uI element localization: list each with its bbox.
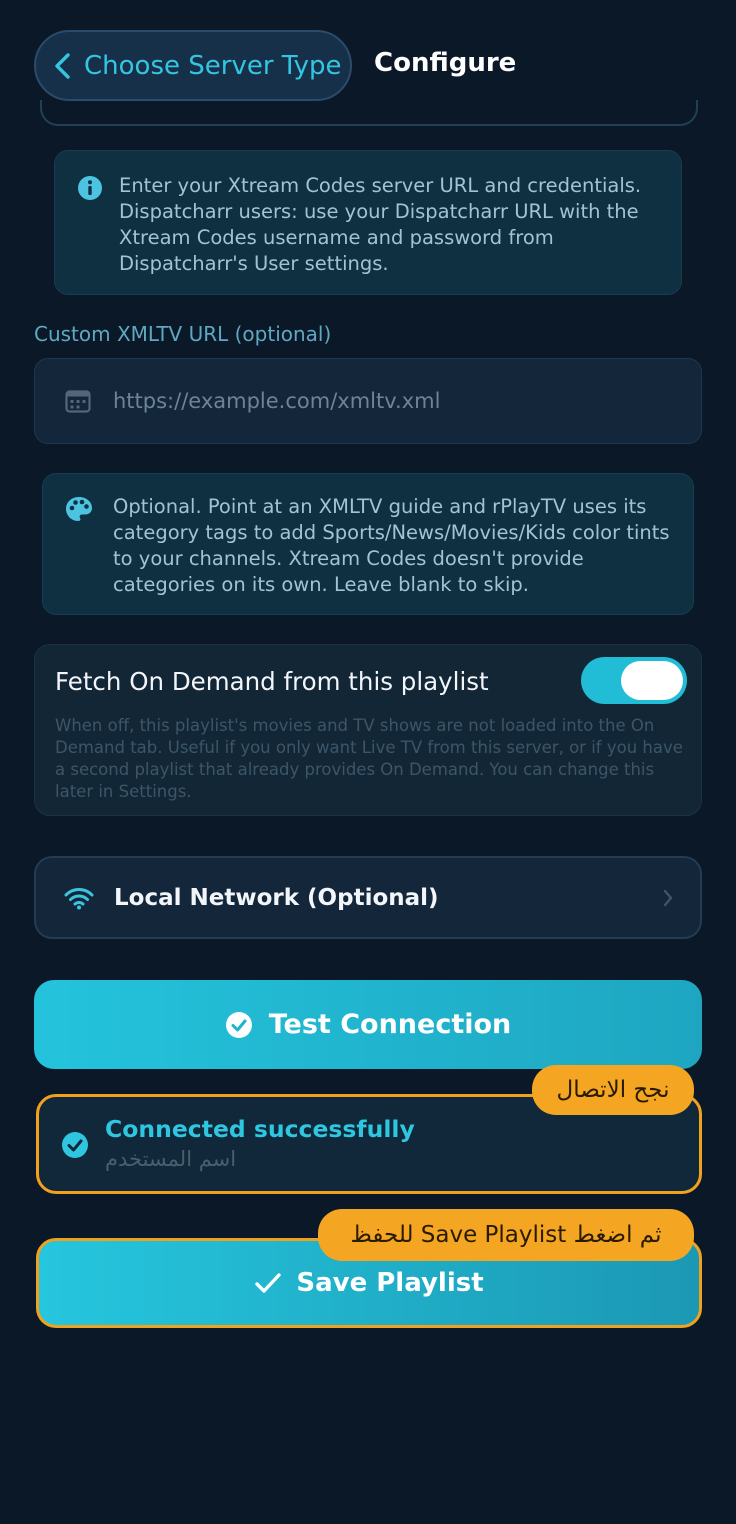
connection-status-title: Connected successfully [105,1115,415,1143]
page-title: Configure [374,48,517,78]
toggle-knob [621,661,683,700]
xtream-info-text: Enter your Xtream Codes server URL and c… [119,174,642,275]
xmltv-url-label: Custom XMLTV URL (optional) [34,322,332,346]
connected-annotation: نجح الاتصال [532,1065,694,1115]
success-check-icon [62,1132,88,1158]
info-icon [78,176,102,200]
xmltv-url-input[interactable] [113,389,653,413]
checkmark-icon [255,1273,282,1293]
local-network-row[interactable]: Local Network (Optional) [34,856,702,939]
back-button[interactable]: Choose Server Type [34,30,352,101]
xtream-info-card: Enter your Xtream Codes server URL and c… [54,150,682,295]
connection-status-subtitle: اسم المستخدم [105,1147,237,1171]
previous-card-edge [40,100,698,126]
xmltv-url-field[interactable] [34,358,702,444]
on-demand-title: Fetch On Demand from this playlist [55,667,489,696]
save-playlist-label: Save Playlist [296,1268,484,1298]
palette-icon [66,497,92,521]
on-demand-toggle[interactable] [581,657,687,704]
check-circle-icon [225,1011,252,1038]
test-connection-label: Test Connection [268,1009,512,1040]
calendar-icon [65,390,91,413]
test-connection-button[interactable]: Test Connection [34,980,702,1069]
save-annotation: ثم اضغط Save Playlist للحفظ [318,1209,694,1261]
wifi-icon [64,887,94,909]
chevron-right-icon [663,889,673,907]
on-demand-description: When off, this playlist's movies and TV … [55,716,683,801]
local-network-label: Local Network (Optional) [114,884,439,911]
on-demand-card: Fetch On Demand from this playlist When … [34,644,702,816]
xmltv-info-text: Optional. Point at an XMLTV guide and rP… [113,495,670,596]
back-button-label: Choose Server Type [84,50,342,81]
chevron-left-icon [55,52,70,79]
xmltv-info-card: Optional. Point at an XMLTV guide and rP… [42,473,694,615]
